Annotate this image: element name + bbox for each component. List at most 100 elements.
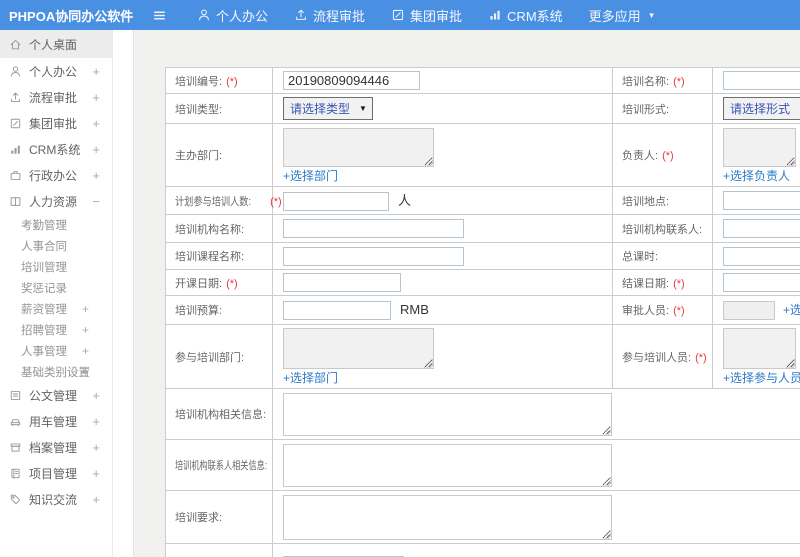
planned-participants-cell: 人 [272, 185, 613, 216]
training-location-cell [712, 185, 800, 216]
participating-departments-label: 参与培训部门: [165, 324, 273, 390]
course-name-input[interactable] [283, 246, 464, 266]
sidebar-item-group-approval[interactable]: 集团审批 + [0, 110, 112, 136]
host-department-textarea[interactable] [283, 127, 434, 167]
approver-cell: +选择审批人员 [712, 295, 800, 326]
select-participants-link[interactable]: +选择参与人员 [723, 371, 800, 385]
sidebar-item-knowledge-exchange[interactable]: 知识交流 + [0, 486, 112, 512]
planned-participants-input[interactable] [283, 192, 389, 212]
hamburger-menu-icon[interactable] [148, 4, 170, 26]
sidebar-item-crm-system[interactable]: CRM系统 + [0, 136, 112, 162]
training-number-input[interactable] [283, 71, 420, 90]
participating-staff-cell: +选择参与人员 [712, 324, 800, 390]
expand-icon[interactable]: + [92, 492, 100, 507]
sidebar-item-archive-management[interactable]: 档案管理 + [0, 434, 112, 460]
end-date-input[interactable] [723, 273, 800, 293]
training-requirements-cell [272, 490, 800, 545]
select-department-link[interactable]: +选择部门 [283, 169, 338, 183]
org-name-cell [272, 214, 613, 244]
org-name-input[interactable] [283, 219, 464, 239]
sidebar-item-recruitment-management[interactable]: 招聘管理 + [0, 319, 112, 340]
sidebar-item-training-management[interactable]: 培训管理 [0, 256, 112, 277]
select-department-link[interactable]: +选择部门 [283, 371, 338, 385]
end-date-label: 结课日期: (*) [612, 269, 713, 297]
sidebar-item-attendance-management[interactable]: 考勤管理 [0, 214, 112, 235]
expand-icon[interactable]: + [92, 142, 100, 157]
expand-icon[interactable]: + [92, 414, 100, 429]
collapse-icon[interactable]: − [92, 194, 100, 209]
expand-icon[interactable]: + [82, 302, 89, 316]
expand-icon[interactable]: + [82, 365, 89, 379]
start-date-input[interactable] [283, 273, 401, 293]
expand-icon[interactable]: + [92, 168, 100, 183]
training-budget-cell: RMB [272, 295, 613, 326]
select-leader-link[interactable]: +选择负责人 [723, 169, 790, 183]
sidebar-item-personnel-management[interactable]: 人事管理 + [0, 340, 112, 361]
expand-icon[interactable]: + [92, 388, 100, 403]
sidebar-item-label: CRM系统 [29, 142, 81, 157]
select-approver-link[interactable]: +选择审批人员 [783, 303, 800, 317]
form-row: 参与培训部门: +选择部门 参与培训人员: (*) +选择参与人员 [165, 324, 800, 390]
sidebar-item-label: 人事管理 [21, 345, 67, 358]
sidebar-item-personal-office[interactable]: 个人办公 + [0, 58, 112, 84]
leader-label: 负责人: (*) [612, 123, 713, 187]
expand-icon[interactable]: + [92, 64, 100, 79]
leader-textarea[interactable] [723, 127, 796, 167]
sidebar-item-human-resources[interactable]: 人力资源 − [0, 188, 112, 214]
topnav-crm-system[interactable]: CRM系统 [475, 0, 576, 30]
training-location-label: 培训地点: [612, 185, 713, 216]
expand-icon[interactable]: + [92, 116, 100, 131]
sidebar-item-hr-contract[interactable]: 人事合同 [0, 235, 112, 256]
sidebar-item-personal-desktop[interactable]: 个人桌面 [0, 30, 112, 58]
topnav-more-apps[interactable]: 更多应用 ▼ [576, 0, 669, 30]
required-mark: (*) [226, 277, 238, 290]
form-row: 开课日期: (*) 结课日期: (*) [165, 269, 800, 297]
expand-icon[interactable]: + [92, 440, 100, 455]
total-hours-input[interactable] [723, 246, 800, 266]
training-requirements-label: 培训要求: [165, 490, 273, 545]
sidebar-item-project-management[interactable]: 项目管理 + [0, 460, 112, 486]
required-mark: (*) [226, 75, 238, 88]
sidebar-item-label: 流程审批 [29, 90, 78, 105]
form-row: 培训类型: 请选择类型 ▼ 培训形式: 请选择形式▼ [165, 93, 800, 124]
participating-staff-textarea[interactable] [723, 328, 796, 370]
topnav-label: 更多应用 [588, 8, 641, 24]
training-location-input[interactable] [723, 191, 800, 211]
sidebar-item-document-management[interactable]: 公文管理 + [0, 382, 112, 408]
approver-input[interactable] [723, 300, 775, 320]
org-related-info-textarea[interactable] [283, 392, 612, 436]
training-requirements-textarea[interactable] [283, 494, 612, 540]
required-mark: (*) [695, 351, 707, 364]
user-icon [197, 8, 211, 22]
sidebar-item-reward-punishment-record[interactable]: 奖惩记录 [0, 277, 112, 298]
expand-icon[interactable]: + [92, 90, 100, 105]
briefcase-icon [9, 169, 22, 182]
expand-icon[interactable]: + [82, 323, 89, 337]
topnav-workflow-approval[interactable]: 流程审批 [281, 0, 378, 30]
sidebar-item-vehicle-management[interactable]: 用车管理 + [0, 408, 112, 434]
expand-icon[interactable]: + [82, 344, 89, 358]
sidebar-item-workflow-approval[interactable]: 流程审批 + [0, 84, 112, 110]
participating-departments-textarea[interactable] [283, 328, 434, 370]
topnav-label: 集团审批 [410, 8, 463, 24]
sidebar-item-admin-office[interactable]: 行政办公 + [0, 162, 112, 188]
caret-down-icon: ▼ [647, 10, 656, 20]
training-budget-input[interactable] [283, 300, 391, 320]
org-contact-input[interactable] [723, 219, 800, 239]
course-name-label: 培训课程名称: [165, 242, 273, 271]
form-row: 计划参与培训人数: (*) 人 培训地点: [165, 185, 800, 216]
notebook-icon [9, 467, 22, 480]
sidebar-item-basic-category-settings[interactable]: 基础类别设置 + [0, 361, 112, 382]
sidebar-item-salary-management[interactable]: 薪资管理 + [0, 298, 112, 319]
training-form-select[interactable]: 请选择形式▼ [723, 97, 800, 120]
topnav-group-approval[interactable]: 集团审批 [378, 0, 475, 30]
training-form-label: 培训形式: [612, 93, 713, 124]
training-number-cell [272, 67, 613, 94]
training-name-input[interactable] [723, 71, 800, 90]
car-icon [9, 415, 22, 428]
training-type-select[interactable]: 请选择类型 ▼ [283, 97, 373, 120]
topnav-personal-office[interactable]: 个人办公 [184, 0, 281, 30]
archive-icon [9, 441, 22, 454]
expand-icon[interactable]: + [92, 466, 100, 481]
org-contact-related-info-textarea[interactable] [283, 443, 612, 487]
